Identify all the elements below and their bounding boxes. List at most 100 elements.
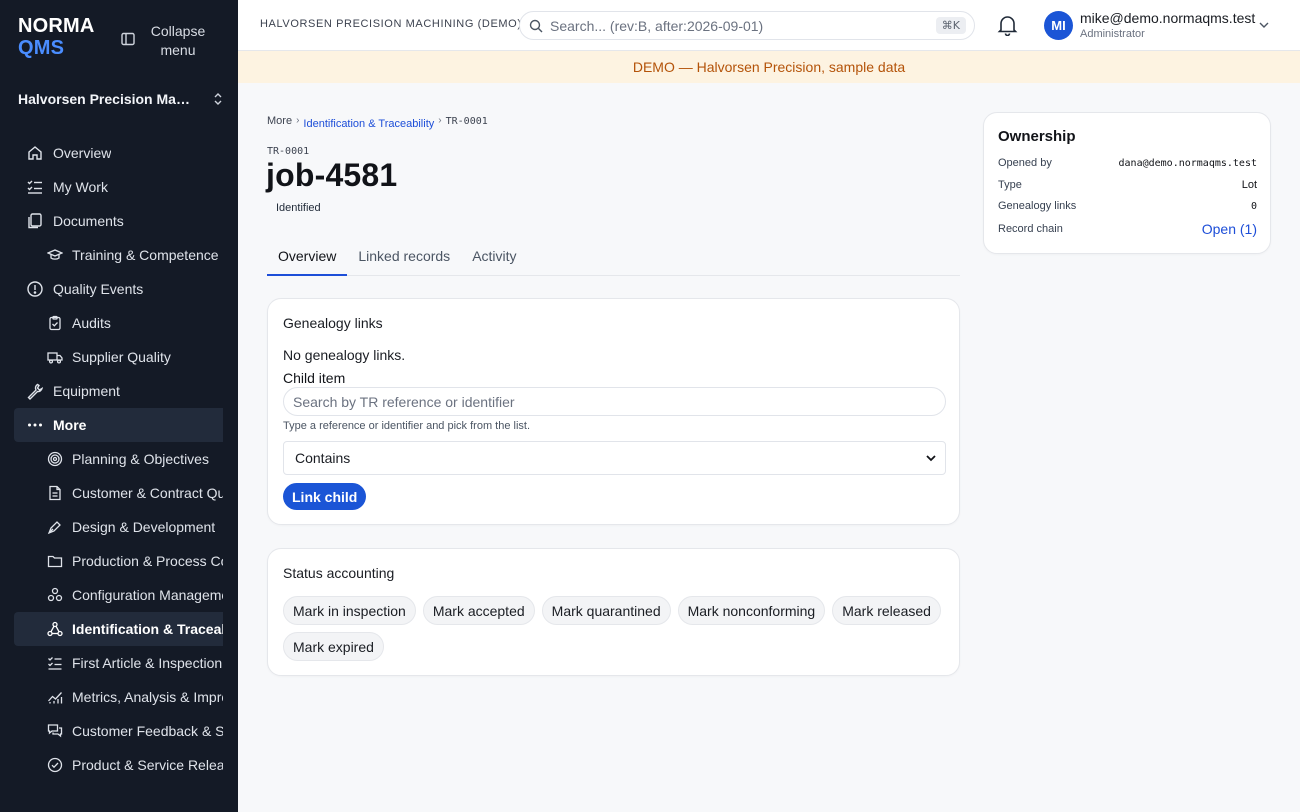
user-menu[interactable]: mike@demo.normaqms.test Administrator [1080,10,1255,42]
user-role: Administrator [1080,28,1145,40]
sidebar-item-documents[interactable]: Documents [14,204,223,238]
components-icon [47,587,63,602]
sidebar-item-equipment[interactable]: Equipment [14,374,223,408]
record-tabs: Overview Linked records Activity [267,239,960,276]
tenant-label: HALVORSEN PRECISION MACHINING (DEMO) [260,18,522,30]
sidebar-item-design-development[interactable]: Design & Development [14,510,223,544]
messages-icon [47,724,63,738]
page-title: job-4581 [266,157,398,193]
mark-nonconforming-button[interactable]: Mark nonconforming [677,596,826,625]
mark-quarantined-button[interactable]: Mark quarantined [541,596,671,625]
link-child-button[interactable]: Link child [283,483,367,510]
status-accounting-card: Status accounting Mark in inspection Mar… [267,548,960,676]
sidebar-item-label: First Article & Inspection Records [72,655,223,671]
sidebar-item-label: Customer Feedback & Satisfaction [72,723,223,739]
genealogy-heading: Genealogy links [283,315,383,331]
mark-accepted-button[interactable]: Mark accepted [422,596,535,625]
sidebar-item-more[interactable]: More [14,408,223,442]
target-icon [47,451,63,467]
genealogy-count-value: 0 [1250,200,1257,212]
alert-circle-icon [27,281,43,297]
sidebar-item-quality-events[interactable]: Quality Events [14,272,223,306]
sidebar-item-production[interactable]: Production & Process Control [14,544,223,578]
org-name: Halvorsen Precision Machining [18,91,196,107]
sidebar-item-metrics[interactable]: Metrics, Analysis & Improvement [14,680,223,714]
sidebar-item-label: Design & Development [72,519,216,535]
status-accounting-heading: Status accounting [283,565,395,581]
type-row: Type Lot [998,179,1257,191]
folder-icon [47,555,63,568]
record-chain-link[interactable]: Open (1) [1202,221,1257,237]
match-mode-value: Contains [295,450,351,466]
sidebar-item-planning[interactable]: Planning & Objectives [14,442,223,476]
sidebar-item-label: Equipment [53,383,120,399]
breadcrumb-separator-icon: › [296,114,300,126]
sidebar-item-overview[interactable]: Overview [14,136,223,170]
truck-icon [47,352,63,364]
ownership-card: Ownership Opened by dana@demo.normaqms.t… [983,112,1271,254]
brand-line-2: QMS [18,37,65,59]
tab-activity[interactable]: Activity [461,239,527,276]
org-switcher[interactable]: Halvorsen Precision Machining [18,91,224,107]
record-chain-label: Record chain [998,223,1063,235]
chevron-up-down-icon [214,93,222,105]
type-value: Lot [1241,179,1257,191]
sidebar-item-identification[interactable]: Identification & Traceability [14,612,223,646]
tab-overview[interactable]: Overview [267,239,348,276]
sidebar-item-label: Configuration Management [72,587,223,603]
sidebar-item-first-article[interactable]: First Article & Inspection Records [14,646,223,680]
sidebar-item-my-work[interactable]: My Work [14,170,223,204]
chevron-down-icon[interactable] [1258,20,1270,30]
documents-icon [28,213,42,229]
child-item-label: Child item [283,370,346,386]
mark-expired-button[interactable]: Mark expired [283,632,384,661]
tab-linked-records[interactable]: Linked records [347,239,461,276]
breadcrumb-current: TR-0001 [445,115,488,127]
sidebar-item-label: Planning & Objectives [72,451,209,467]
top-bar: HALVORSEN PRECISION MACHINING (DEMO) Sea… [238,0,1300,51]
breadcrumb-separator-icon: › [438,114,442,126]
wrench-icon [27,383,44,400]
sidebar-item-label: Overview [53,145,112,161]
opened-by-value: dana@demo.normaqms.test [1118,157,1257,169]
breadcrumb-section-link[interactable]: Identification & Traceability [303,118,434,130]
sidebar-item-training[interactable]: Training & Competence [14,238,223,272]
clipboard-check-icon [49,315,61,331]
notifications-button[interactable] [997,14,1018,39]
child-item-search-input[interactable] [283,387,946,416]
sidebar-item-label: My Work [53,179,108,195]
global-search-input[interactable]: Search... (rev:B, after:2026-09-01) ⌘K [519,11,975,40]
sidebar-item-label: Documents [53,213,124,229]
status-badge: Identified [276,202,321,214]
more-dots-icon [28,423,42,427]
search-shortcut: ⌘K [935,17,966,34]
sidebar-item-audits[interactable]: Audits [14,306,223,340]
sidebar-item-customer-feedback[interactable]: Customer Feedback & Satisfaction [14,714,223,748]
bell-icon [997,16,1018,37]
sidebar-item-configuration[interactable]: Configuration Management [14,578,223,612]
home-icon [28,146,42,160]
avatar[interactable]: MI [1044,11,1073,40]
genealogy-count-row: Genealogy links 0 [998,200,1257,212]
search-icon [529,19,543,32]
match-mode-select[interactable]: Contains [283,441,946,475]
genealogy-count-label: Genealogy links [998,200,1077,212]
collapse-menu-button[interactable]: Collapse menu [120,22,206,60]
network-icon [47,621,63,637]
brand-logo[interactable]: NORMA QMS [18,15,95,59]
chart-icon [48,692,63,704]
main-content: More › Identification & Traceability › T… [238,83,1300,812]
check-circle-icon [47,757,63,773]
mark-in-inspection-button[interactable]: Mark in inspection [283,596,416,625]
status-actions: Mark in inspection Mark accepted Mark qu… [283,596,946,661]
sidebar-item-customer-contract[interactable]: Customer & Contract Quality [14,476,223,510]
chevron-down-icon [926,455,936,462]
sidebar-item-supplier-quality[interactable]: Supplier Quality [14,340,223,374]
type-label: Type [998,179,1022,191]
breadcrumb-root[interactable]: More [267,115,292,127]
sidebar: NORMA QMS Collapse menu Halvorsen Precis… [0,0,238,812]
sidebar-item-label: Product & Service Release [72,757,223,773]
child-item-hint: Type a reference or identifier and pick … [283,420,531,432]
mark-released-button[interactable]: Mark released [832,596,941,625]
sidebar-item-product-release[interactable]: Product & Service Release [14,748,223,782]
